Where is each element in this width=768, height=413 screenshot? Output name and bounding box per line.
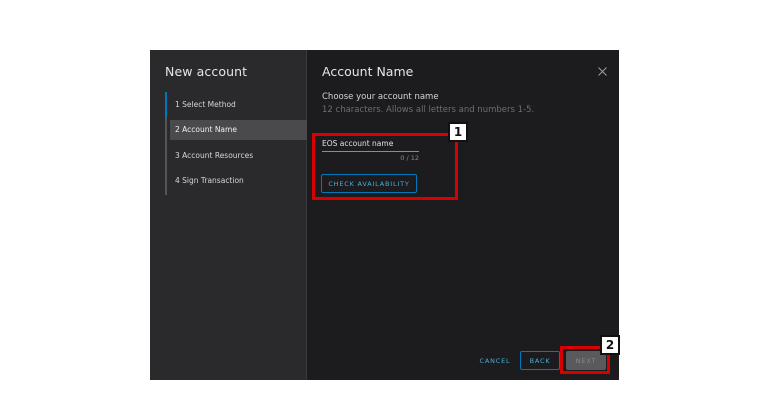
close-icon[interactable] — [597, 66, 608, 77]
stepper-progress-indicator — [165, 92, 167, 118]
page-title: Account Name — [322, 64, 414, 79]
account-name-hint: 12 characters. Allows all letters and nu… — [322, 105, 535, 115]
check-availability-button[interactable]: CHECK AVAILABILITY — [321, 174, 417, 193]
back-button[interactable]: BACK — [520, 351, 560, 370]
callout-marker-2: 2 — [600, 335, 620, 355]
callout-marker-1: 1 — [448, 122, 468, 142]
step-sign-transaction[interactable]: 4 Sign Transaction — [170, 171, 307, 191]
sidebar-title: New account — [165, 64, 248, 79]
character-counter: 0 / 12 — [400, 154, 419, 162]
step-select-method[interactable]: 1 Select Method — [170, 95, 307, 115]
step-account-name[interactable]: 2 Account Name — [170, 120, 307, 140]
wizard-sidebar: New account 1 Select Method 2 Account Na… — [150, 50, 307, 380]
step-account-resources[interactable]: 3 Account Resources — [170, 146, 307, 166]
cancel-button[interactable]: CANCEL — [472, 351, 518, 370]
account-name-input[interactable] — [322, 136, 419, 152]
new-account-dialog: New account 1 Select Method 2 Account Na… — [150, 50, 619, 380]
section-subtitle: Choose your account name — [322, 92, 439, 102]
